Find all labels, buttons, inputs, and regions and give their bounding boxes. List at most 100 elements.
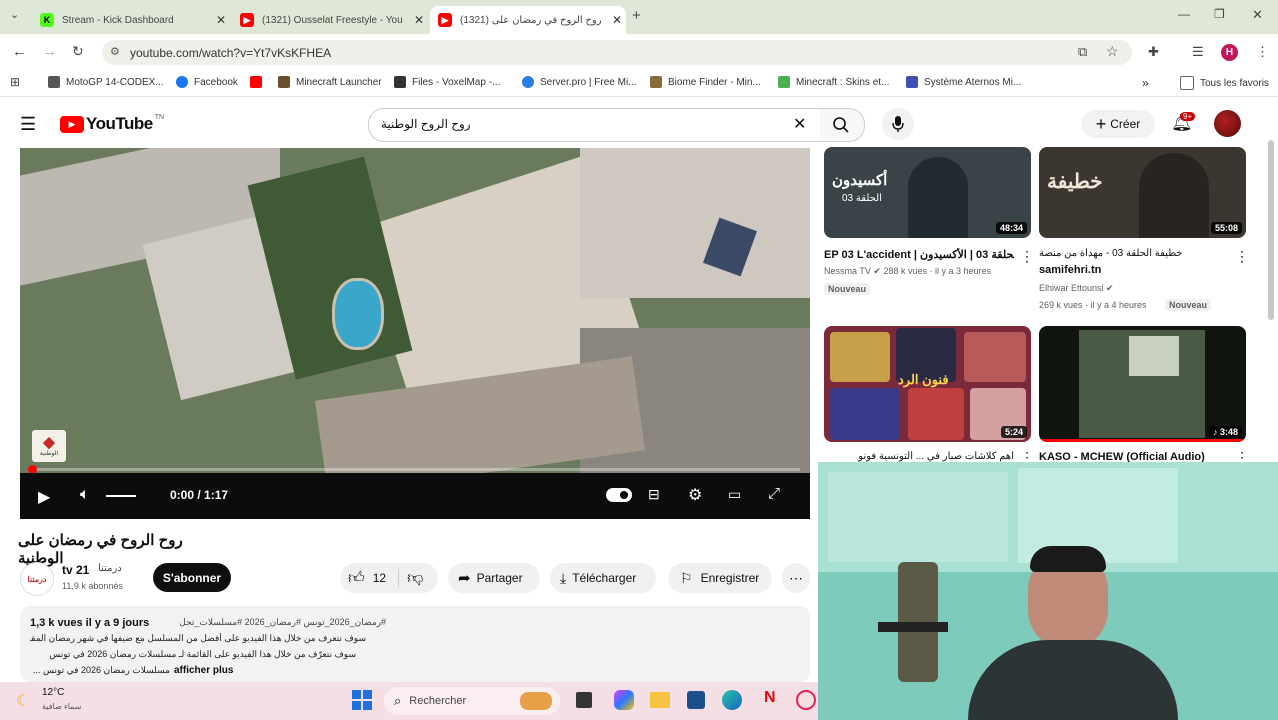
file-explorer-icon[interactable] [650, 692, 670, 708]
bookmark-biome-finder[interactable]: Biome Finder - Min... [650, 76, 761, 88]
progress-bar[interactable] [30, 468, 800, 471]
edge-icon[interactable] [722, 690, 742, 710]
recommendation-title[interactable]: EP 03 L'accident | الحلقة 03 | الأكسيدون… [824, 248, 1014, 261]
create-button[interactable]: + Créer [1081, 110, 1155, 138]
server-icon [522, 76, 534, 88]
store-icon[interactable] [687, 691, 705, 709]
close-icon[interactable]: ✕ [410, 13, 428, 27]
weather-temperature[interactable]: 12°C [42, 687, 64, 698]
settings-gear-icon[interactable]: ⚙ [688, 485, 702, 505]
recommendation-channel[interactable]: Nessma TV ✔ 288 k vues · il y a 3 heures [824, 266, 991, 277]
apps-grid-icon[interactable]: ⊞ [10, 75, 20, 89]
youtube-icon: ▶ [438, 13, 452, 27]
tab-kick[interactable]: K Stream - Kick Dashboard ✕ [32, 6, 230, 34]
close-icon[interactable]: ✕ [212, 13, 230, 27]
recommendation-channel[interactable]: Elhiwar Ettounsi ✔ [1039, 283, 1114, 294]
close-icon[interactable]: ✕ [608, 13, 626, 27]
recommendation-thumbnail[interactable]: خطيفة 55:08 [1039, 147, 1246, 238]
channel-name[interactable]: tv 21 [62, 563, 89, 577]
more-bookmarks[interactable]: » [1142, 76, 1149, 90]
forward-icon[interactable]: → [42, 43, 57, 60]
voice-search-button[interactable] [882, 108, 914, 140]
address-bar[interactable]: ⚙ youtube.com/watch?v=Yt7vKsKFHEA ⧉ ☆ [102, 40, 1132, 65]
site-info-icon[interactable]: ⚙ [110, 45, 120, 58]
more-actions-icon[interactable]: ⋯ [782, 563, 810, 593]
new-tab-icon[interactable]: + [632, 7, 641, 24]
tab-youtube-active[interactable]: ▶ (1321) روح الروح في رمضان على ✕ [430, 6, 626, 34]
bookmark-voxelmap[interactable]: Files - VoxelMap -... [394, 76, 500, 88]
recommendation-title[interactable]: أهم كلاشات صبار في ... التونسية فونو [824, 451, 1014, 462]
opera-icon[interactable] [796, 690, 816, 710]
taskbar-search[interactable]: ⌕ Rechercher [384, 687, 560, 715]
hashtags[interactable]: #رمضان_2026_تونس #رمضان_2026 #مسلسلات_تج… [160, 617, 386, 628]
channel-avatar[interactable]: درمتنا [20, 562, 54, 596]
clear-search-icon[interactable]: ✕ [793, 114, 806, 134]
window-close-icon[interactable]: ✕ [1252, 7, 1263, 23]
all-bookmarks[interactable]: Tous les favoris [1180, 76, 1269, 90]
new-badge: Nouveau [824, 283, 871, 295]
recommendation-thumbnail[interactable]: أكسيدون الحلقة 03 48:34 [824, 147, 1031, 238]
recommendation-title-line2[interactable]: samifehri.tn [1039, 264, 1101, 276]
autoplay-toggle[interactable] [606, 488, 632, 502]
recommendation-title[interactable]: KASO - MCHEW (Official Audio) [1039, 451, 1229, 462]
task-view-icon[interactable] [576, 692, 592, 708]
bookmark-minecraft-launcher[interactable]: Minecraft Launcher [278, 76, 382, 88]
description-box[interactable]: 1,3 k vues il y a 9 jours #رمضان_2026_تو… [20, 606, 810, 682]
bookmark-label: Files - VoxelMap -... [412, 76, 501, 88]
page-scrollbar[interactable] [1268, 140, 1274, 320]
restore-icon[interactable]: ❐ [1214, 7, 1225, 21]
music-note-icon: ♪ [1212, 427, 1218, 437]
like-icon[interactable]: 👍︎ [348, 569, 365, 588]
progress-scrubber[interactable] [28, 465, 37, 473]
video-title: روح الروح في رمضان على الوطنية [18, 532, 183, 567]
netflix-icon[interactable]: N [764, 689, 776, 707]
subscribe-button[interactable]: S'abonner [153, 563, 231, 592]
youtube-logo[interactable]: ▶ YouTube TN [60, 114, 164, 134]
bookmark-facebook[interactable]: Facebook [176, 76, 238, 88]
search-button[interactable] [820, 108, 865, 142]
more-options-icon[interactable]: ⋮ [1020, 248, 1034, 265]
bookmark-youtube[interactable] [250, 76, 268, 88]
reload-icon[interactable]: ↻ [72, 43, 84, 60]
fullscreen-icon[interactable]: ⤢ [768, 485, 780, 502]
subtitles-icon[interactable]: ⊟ [648, 486, 660, 503]
bookmark-serverpro[interactable]: Server.pro | Free Mi... [522, 76, 637, 88]
start-tile [352, 701, 361, 710]
menu-icon[interactable]: ⋮ [1256, 44, 1269, 60]
more-options-icon[interactable]: ⋮ [1235, 248, 1249, 265]
channel-name-arabic[interactable]: درمتنا [98, 563, 122, 574]
weather-moon-icon[interactable]: ☾ [16, 691, 30, 711]
dislike-icon[interactable]: 👎︎ [407, 569, 423, 588]
recommendation-title[interactable]: خطيفة الحلقة 03 - مهداة من منصة [1039, 248, 1229, 259]
bookmark-star-icon[interactable]: ☆ [1106, 43, 1119, 60]
profile-avatar[interactable]: H [1221, 44, 1238, 61]
show-more-link[interactable]: afficher plus [174, 665, 233, 676]
recommendation-thumbnail[interactable]: ♪ 3:48 [1039, 326, 1246, 442]
play-icon[interactable]: ▶ [38, 487, 50, 507]
save-button[interactable]: ⚐ Enregistrer [668, 563, 772, 593]
windows-start-icon[interactable] [352, 690, 372, 710]
volume-icon[interactable]: 🔈︎ [80, 486, 90, 504]
tab-youtube-1[interactable]: ▶ (1321) Ousselat Freestyle - You ✕ [232, 6, 428, 34]
bookmark-motogp[interactable]: MotoGP 14-CODEX... [48, 76, 164, 88]
video-frame[interactable]: ◆ الوطنية [20, 148, 810, 473]
bookmark-aternos[interactable]: Système Aternos Mi... [906, 76, 1021, 88]
webcam-overlay [818, 462, 1278, 720]
search-input[interactable]: روح الروح الوطنية ✕ [368, 108, 822, 142]
volume-slider[interactable] [106, 495, 136, 497]
video-player[interactable]: ◆ الوطنية ▶ 🔈︎ 0:00 / 1:17 ⊟ ⚙ ▭ ⤢ [20, 148, 810, 519]
back-icon[interactable]: ← [12, 43, 27, 60]
account-avatar[interactable] [1214, 110, 1241, 137]
extensions-icon[interactable]: ✚ [1148, 44, 1159, 60]
copilot-icon[interactable] [614, 690, 634, 710]
tab-list-icon[interactable]: ⌄ [10, 8, 19, 21]
recommendation-thumbnail[interactable]: فنون الرد 5:24 [824, 326, 1031, 442]
minimize-icon[interactable]: — [1178, 7, 1190, 21]
install-icon[interactable]: ⧉ [1078, 44, 1087, 60]
share-button[interactable]: ➦ Partager [448, 563, 540, 593]
hamburger-menu-icon[interactable]: ☰ [20, 114, 36, 135]
theater-mode-icon[interactable]: ▭ [728, 486, 741, 503]
bookmark-minecraft-skins[interactable]: Minecraft : Skins et... [778, 76, 889, 88]
reading-list-icon[interactable]: ☰ [1192, 44, 1204, 60]
download-button[interactable]: ⤓ Télécharger [550, 563, 656, 593]
